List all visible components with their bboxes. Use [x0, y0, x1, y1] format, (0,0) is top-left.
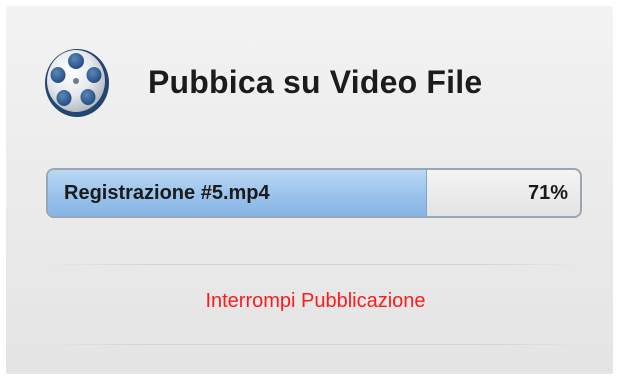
divider [46, 344, 582, 345]
divider [46, 264, 582, 265]
dialog-header: Pubbica su Video File [42, 38, 482, 126]
stop-publishing-link[interactable]: Interrompi Pubblicazione [6, 290, 619, 313]
progress-file-name: Registrazione #5.mp4 [64, 182, 270, 204]
publish-panel: Pubbica su Video File Registrazione #5.m… [6, 6, 613, 374]
progress-percent: 71% [527, 182, 568, 204]
upload-progress-bar: Registrazione #5.mp4 71% [46, 168, 582, 218]
dialog-title: Pubbica su Video File [148, 63, 483, 100]
film-reel-icon [45, 49, 109, 117]
